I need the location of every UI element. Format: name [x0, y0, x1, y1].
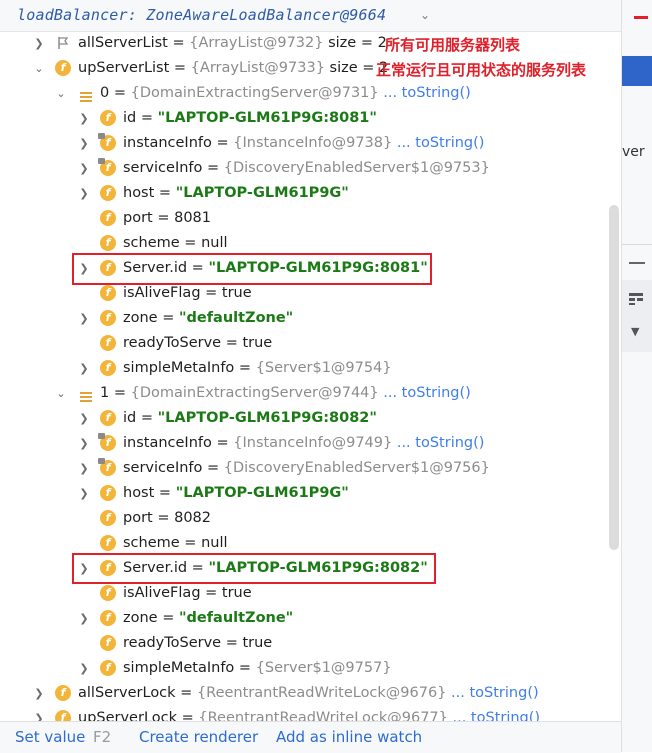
chevron-right-icon[interactable]: ❯ — [78, 356, 90, 381]
chevron-right-icon[interactable]: ❯ — [78, 406, 90, 431]
chevron-right-icon[interactable]: ❯ — [78, 606, 90, 631]
grid-icon[interactable] — [629, 293, 643, 305]
divider — [622, 244, 652, 245]
tree-row-zone[interactable]: ❯ f zone = "defaultZone" — [0, 306, 620, 331]
field-icon: f — [100, 360, 116, 376]
field-icon: f — [55, 60, 71, 76]
tree-row-readyToServe[interactable]: f readyToServe = true — [0, 331, 620, 356]
chevron-right-icon[interactable]: ❯ — [78, 306, 90, 331]
chevron-right-icon[interactable]: ❯ — [78, 131, 90, 156]
annotation-all-servers: 所有可用服务器列表 — [385, 36, 521, 54]
chevron-right-icon[interactable]: ❯ — [78, 656, 90, 681]
tree-row-host[interactable]: ❯ f host = "LAPTOP-GLM61P9G" — [0, 181, 620, 206]
tree-row-serviceInfo[interactable]: ❯ f serviceInfo = {DiscoveryEnabledServe… — [0, 456, 620, 481]
tree-row-readyToServe[interactable]: f readyToServe = true — [0, 631, 620, 656]
to-string-link[interactable]: ... toString() — [379, 85, 471, 101]
tree-row-port[interactable]: f port = 8081 — [0, 206, 620, 231]
dropdown-triangle-icon[interactable]: ▼ — [631, 325, 639, 338]
tree-row-serviceInfo[interactable]: ❯ f serviceInfo = {DiscoveryEnabledServe… — [0, 156, 620, 181]
edge-text: ver — [622, 144, 645, 160]
toolbar-strip — [622, 280, 652, 352]
chevron-right-icon[interactable]: ❯ — [78, 181, 90, 206]
chevron-down-icon[interactable]: ⌄ — [55, 381, 67, 406]
field-icon: f — [100, 410, 116, 426]
field-icon: f — [100, 185, 116, 201]
tree-row-element-1[interactable]: ⌄ 1 = {DomainExtractingServer@9744} ... … — [0, 381, 620, 406]
bottom-bar: Set value F2 Create renderer Add as inli… — [0, 721, 621, 753]
expression-text[interactable]: loadBalancer: ZoneAwareLoadBalancer@9664 — [17, 6, 386, 24]
field-icon: f — [100, 110, 116, 126]
locked-field-icon: f — [98, 433, 116, 451]
to-string-link[interactable]: ... toString() — [448, 710, 540, 721]
array-element-icon — [80, 87, 92, 102]
field-icon: f — [100, 235, 116, 251]
field-icon: f — [100, 485, 116, 501]
highlight-box — [72, 553, 436, 584]
to-string-link[interactable]: ... toString() — [379, 385, 471, 401]
set-value-link[interactable]: Set value — [15, 728, 85, 746]
tree-row-isAliveFlag[interactable]: f isAliveFlag = true — [0, 581, 620, 606]
field-icon: f — [100, 335, 116, 351]
tree-row-allServerList[interactable]: ❯ allServerList = {ArrayList@9732} size … — [0, 31, 620, 56]
chevron-right-icon[interactable]: ❯ — [78, 456, 90, 481]
selection-bar — [622, 56, 652, 86]
highlight-box — [72, 253, 432, 285]
chevron-right-icon[interactable]: ❯ — [78, 431, 90, 456]
locked-field-icon: f — [98, 158, 116, 176]
set-value-shortcut: F2 — [93, 728, 112, 746]
tree-row-simpleMetaInfo[interactable]: ❯ f simpleMetaInfo = {Server$1@9754} — [0, 356, 620, 381]
flag-icon — [57, 36, 69, 50]
chevron-down-icon[interactable]: ⌄ — [33, 56, 45, 81]
field-icon: f — [100, 210, 116, 226]
tree-row-instanceInfo[interactable]: ❯ f instanceInfo = {InstanceInfo@9738} .… — [0, 131, 620, 156]
field-icon: f — [100, 610, 116, 626]
chevron-right-icon[interactable]: ❯ — [33, 706, 45, 721]
locked-field-icon: f — [98, 458, 116, 476]
tree-row-instanceInfo[interactable]: ❯ f instanceInfo = {InstanceInfo@9749} .… — [0, 431, 620, 456]
to-string-link[interactable]: ... toString() — [446, 685, 539, 701]
add-inline-watch-link[interactable]: Add as inline watch — [276, 728, 422, 746]
tree-row-zone[interactable]: ❯ f zone = "defaultZone" — [0, 606, 620, 631]
tree-row-id[interactable]: ❯ f id = "LAPTOP-GLM61P9G:8082" — [0, 406, 620, 431]
tree-row-allServerLock[interactable]: ❯ f allServerLock = {ReentrantReadWriteL… — [0, 681, 620, 706]
minus-icon[interactable] — [629, 262, 645, 264]
variables-tree: ❯ allServerList = {ArrayList@9732} size … — [0, 31, 620, 721]
field-icon: f — [55, 710, 71, 721]
evaluate-header: loadBalancer: ZoneAwareLoadBalancer@9664… — [0, 0, 622, 32]
to-string-link[interactable]: ... toString() — [392, 435, 485, 451]
vertical-scrollbar[interactable] — [609, 205, 619, 550]
marker-icon — [634, 16, 648, 19]
chevron-down-icon[interactable]: ⌄ — [55, 81, 67, 106]
tree-row-upServerLock[interactable]: ❯ f upServerLock = {ReentrantReadWriteLo… — [0, 706, 620, 721]
annotation-up-servers: 正常运行且可用状态的服务列表 — [376, 61, 587, 79]
field-icon: f — [100, 635, 116, 651]
chevron-down-icon[interactable]: ⌄ — [420, 8, 430, 22]
tree-row-id[interactable]: ❯ f id = "LAPTOP-GLM61P9G:8081" — [0, 106, 620, 131]
row-name: allServerList — [78, 35, 168, 51]
tree-row-host[interactable]: ❯ f host = "LAPTOP-GLM61P9G" — [0, 481, 620, 506]
field-icon: f — [55, 685, 71, 701]
chevron-right-icon[interactable]: ❯ — [33, 681, 45, 706]
editor-edge-panel: ver ▼ — [621, 0, 652, 752]
chevron-right-icon[interactable]: ❯ — [78, 481, 90, 506]
field-icon: f — [100, 510, 116, 526]
field-icon: f — [100, 310, 116, 326]
tree-row-port[interactable]: f port = 8082 — [0, 506, 620, 531]
array-element-icon — [80, 387, 92, 402]
create-renderer-link[interactable]: Create renderer — [139, 728, 258, 746]
field-icon: f — [100, 535, 116, 551]
tree-row-element-0[interactable]: ⌄ 0 = {DomainExtractingServer@9731} ... … — [0, 81, 620, 106]
field-icon: f — [100, 285, 116, 301]
chevron-right-icon[interactable]: ❯ — [78, 106, 90, 131]
chevron-right-icon[interactable]: ❯ — [33, 31, 45, 56]
to-string-link[interactable]: ... toString() — [392, 135, 485, 151]
locked-field-icon: f — [98, 133, 116, 151]
field-icon: f — [100, 585, 116, 601]
field-icon: f — [100, 660, 116, 676]
chevron-right-icon[interactable]: ❯ — [78, 156, 90, 181]
tree-row-simpleMetaInfo[interactable]: ❯ f simpleMetaInfo = {Server$1@9757} — [0, 656, 620, 681]
